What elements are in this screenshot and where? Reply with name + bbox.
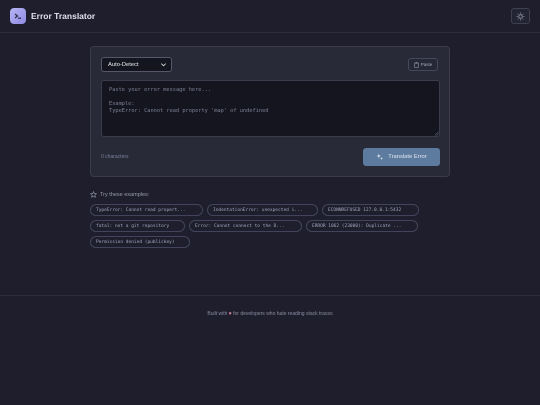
- paste-button[interactable]: Paste: [408, 58, 438, 71]
- resize-grip-icon[interactable]: [434, 131, 439, 136]
- language-select[interactable]: Auto-Detect: [101, 57, 172, 72]
- footer-suffix: for developers who hate reading stack tr…: [233, 311, 333, 317]
- terminal-icon: [10, 8, 26, 24]
- examples-heading-text: Try these examples:: [100, 191, 150, 198]
- paste-label: Paste: [420, 62, 433, 67]
- example-chip[interactable]: TypeError: Cannot read propert...: [90, 204, 203, 216]
- language-select-value: Auto-Detect: [108, 61, 139, 68]
- translate-label: Translate Error: [388, 154, 427, 160]
- footer-prefix: Built with: [207, 311, 228, 317]
- footer: Built with ♥ for developers who hate rea…: [0, 311, 540, 317]
- examples-heading: Try these examples:: [90, 191, 149, 198]
- heart-icon: ♥: [228, 311, 232, 317]
- example-chip[interactable]: fatal: not a git repository: [90, 220, 185, 232]
- error-input[interactable]: [101, 80, 440, 137]
- sparkles-icon: [376, 153, 384, 161]
- theme-toggle-button[interactable]: [511, 8, 530, 24]
- chevron-down-icon: [161, 63, 166, 67]
- example-chip[interactable]: Error: Cannot connect to the D...: [189, 220, 302, 232]
- app-header: Error Translator: [0, 0, 540, 33]
- example-chip[interactable]: ECONNREFUSED 127.0.0.1:5432: [322, 204, 419, 216]
- sun-icon: [516, 12, 525, 20]
- example-chip[interactable]: IndentationError: unexpected i...: [207, 204, 318, 216]
- app-title: Error Translator: [31, 11, 96, 21]
- character-count: 0 characters: [101, 154, 129, 160]
- footer-divider: [0, 295, 540, 296]
- example-chip[interactable]: Permission denied (publickey): [90, 236, 190, 248]
- clipboard-icon: [413, 61, 419, 68]
- translate-button[interactable]: Translate Error: [363, 148, 440, 166]
- star-icon: [90, 191, 97, 198]
- translator-card: Auto-Detect Paste 0 characters Translate…: [90, 46, 450, 177]
- example-chip[interactable]: ERROR 1062 (23000): Duplicate ...: [306, 220, 418, 232]
